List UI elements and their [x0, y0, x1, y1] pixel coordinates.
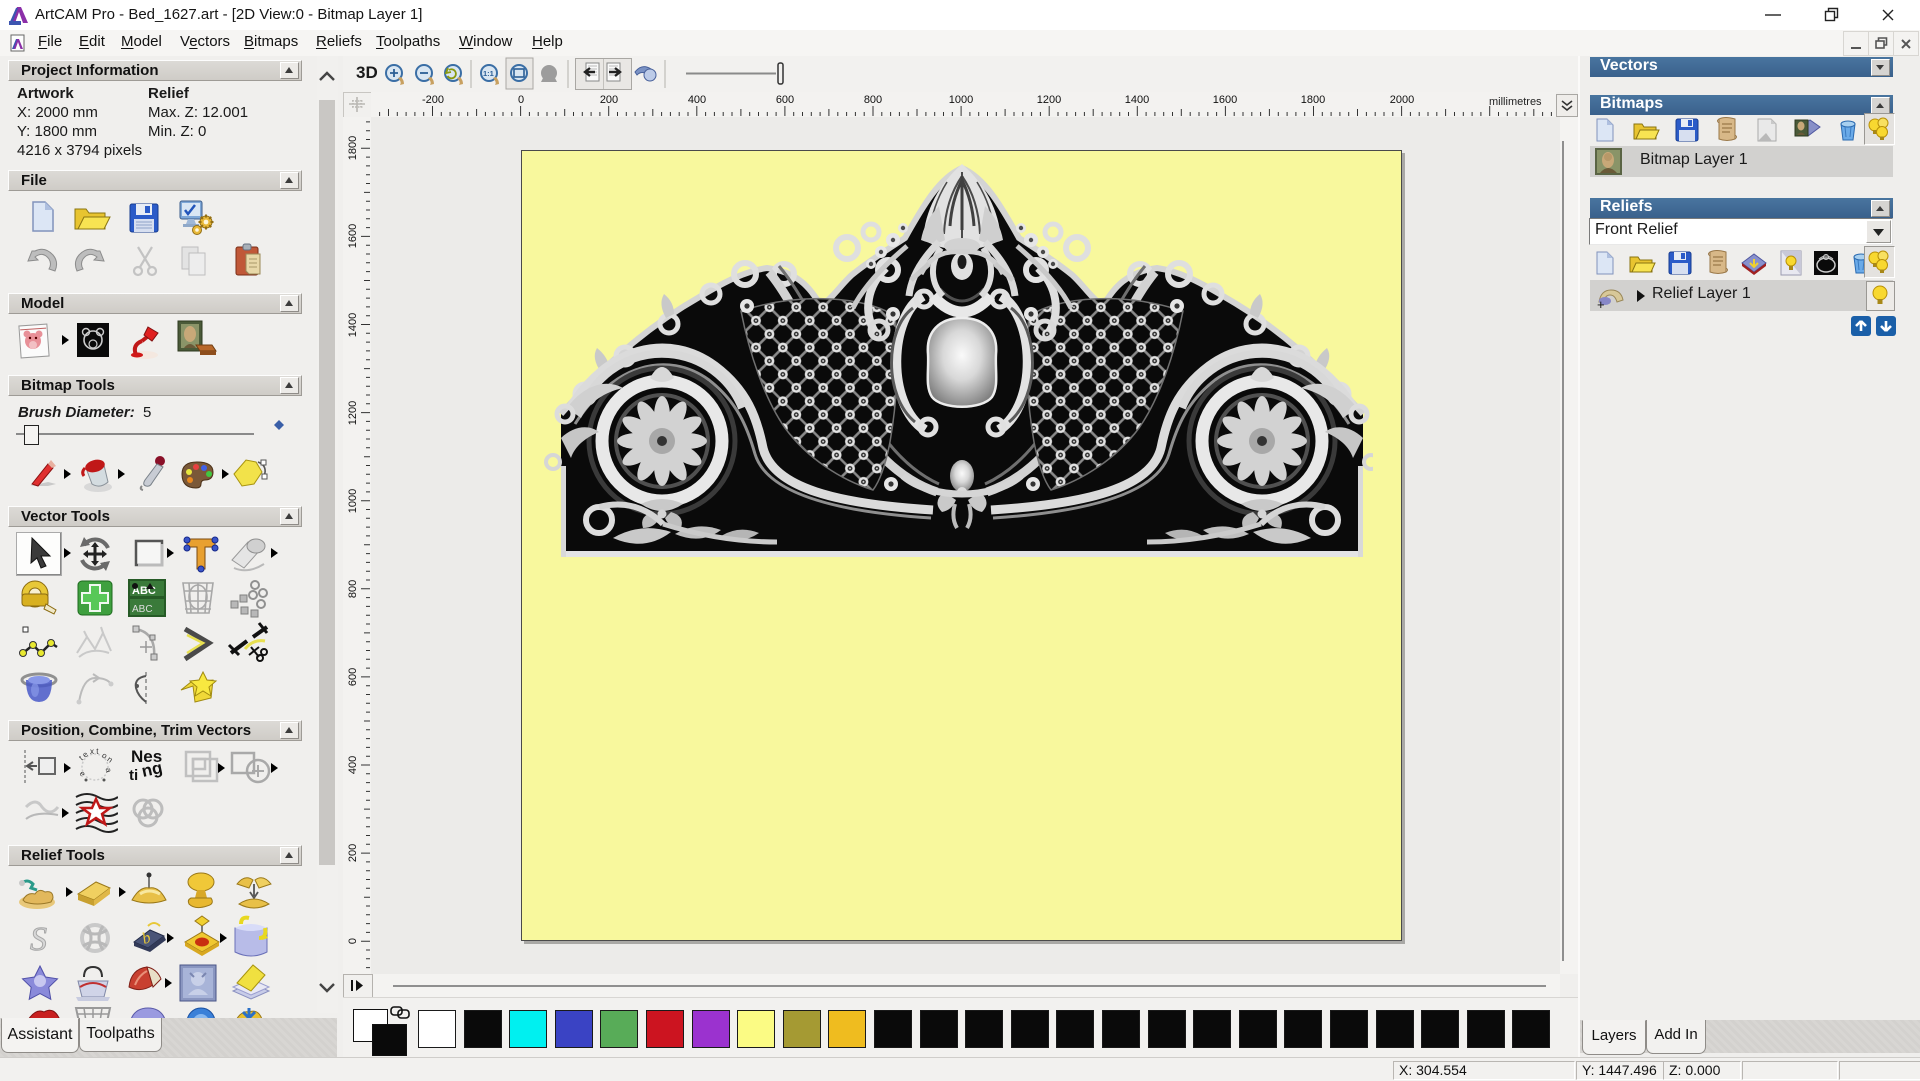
svg-text:a: a — [104, 767, 114, 773]
svg-text:e: e — [78, 769, 88, 779]
svg-text:+: + — [1597, 297, 1605, 310]
svg-text:1800: 1800 — [347, 136, 359, 160]
svg-text:ti: ti — [129, 767, 138, 784]
svg-text:ABC: ABC — [132, 604, 153, 615]
svg-text:1200: 1200 — [347, 401, 359, 425]
svg-text:600: 600 — [776, 94, 794, 106]
svg-text:1400: 1400 — [1125, 94, 1149, 106]
svg-text:0: 0 — [518, 94, 524, 106]
svg-text:800: 800 — [864, 94, 882, 106]
svg-text:x t: x t — [90, 747, 99, 756]
svg-text:-200: -200 — [422, 94, 444, 106]
svg-text:S: S — [30, 921, 47, 958]
svg-text:ng: ng — [140, 758, 164, 781]
svg-text:o n: o n — [100, 751, 114, 765]
svg-text:1600: 1600 — [1213, 94, 1237, 106]
svg-text:t e: t e — [77, 749, 90, 762]
svg-text:400: 400 — [688, 94, 706, 106]
svg-text:1:1: 1:1 — [483, 69, 494, 78]
svg-text:0: 0 — [347, 938, 359, 944]
svg-text:1000: 1000 — [949, 94, 973, 106]
svg-text:1400: 1400 — [347, 313, 359, 337]
svg-text:1600: 1600 — [347, 224, 359, 248]
svg-text:1200: 1200 — [1037, 94, 1061, 106]
svg-text:200: 200 — [347, 844, 359, 862]
svg-text:800: 800 — [347, 580, 359, 598]
svg-text:600: 600 — [347, 668, 359, 686]
svg-text:400: 400 — [347, 756, 359, 774]
svg-text:1800: 1800 — [1301, 94, 1325, 106]
svg-text:200: 200 — [600, 94, 618, 106]
svg-text:1000: 1000 — [347, 489, 359, 513]
svg-text:2000: 2000 — [1390, 94, 1414, 106]
